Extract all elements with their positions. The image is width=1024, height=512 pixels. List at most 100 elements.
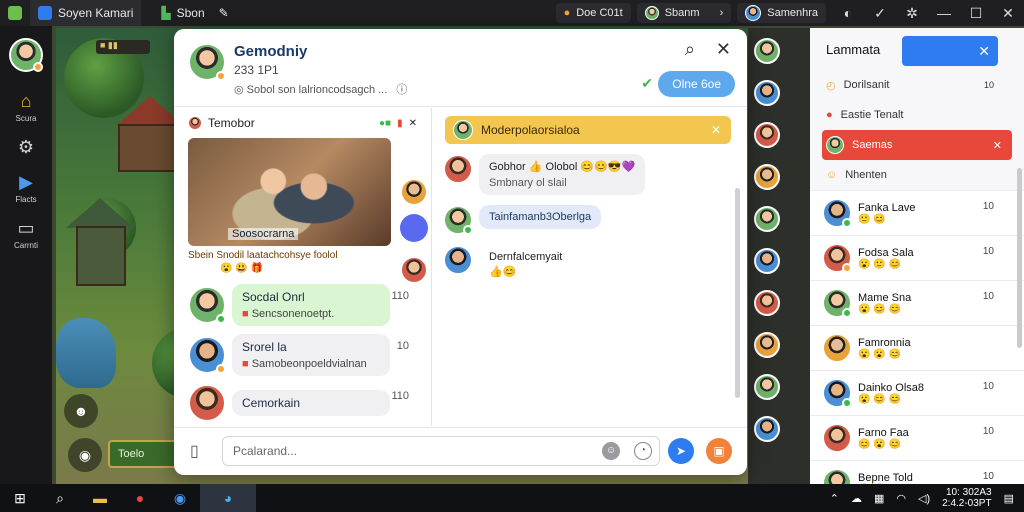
group-avatar[interactable] (188, 43, 226, 81)
avatar (188, 116, 202, 130)
filter-item[interactable]: ◴ Dorilsanit 10 (810, 70, 1024, 100)
emoji-icon[interactable]: ☺ (602, 442, 620, 460)
avatar[interactable] (754, 332, 780, 358)
contact-row[interactable]: Famronnia 😮 😮 😊 (810, 325, 1024, 370)
user-icon[interactable] (400, 214, 428, 242)
avatar[interactable] (754, 374, 780, 400)
avatar[interactable] (754, 206, 780, 232)
close-window-button[interactable]: ✕ (992, 5, 1024, 22)
shared-photo[interactable]: Soosocrarna (188, 138, 391, 246)
active-app-tab[interactable]: Soyen Kamari (30, 0, 142, 26)
gift-button[interactable]: ▣ (706, 438, 732, 464)
scrollbar[interactable] (1017, 168, 1022, 348)
status-pill[interactable]: ● Doe C01t (555, 3, 631, 23)
info-icon[interactable]: ⓘ (396, 84, 407, 96)
volume-icon[interactable]: ◁) (918, 492, 930, 505)
avatar[interactable] (754, 416, 780, 442)
avatar[interactable] (443, 245, 473, 275)
clock[interactable]: 10: 302A3 2:4.2-03PT (942, 487, 991, 509)
close-icon[interactable]: ✕ (711, 123, 721, 137)
contact-row[interactable]: Dainko Olsa8 😮 😊 😊 10 (810, 370, 1024, 415)
pin-icon[interactable]: ✎ (219, 6, 229, 20)
game-action-pill[interactable]: Toelo (108, 440, 178, 468)
contact-row[interactable]: Fodsa Sala 😮 🙂 😊 10 (810, 235, 1024, 280)
cloud-icon[interactable]: ☁ (851, 492, 862, 505)
filter-label: Dorilsanit (843, 79, 890, 91)
close-icon[interactable]: ✕ (993, 139, 1002, 152)
game-tab-icon: ▙ (161, 6, 171, 20)
message-sender: Gobhor 👍 Olobol 😊😊😎💜 (489, 161, 636, 173)
sidebar-item-carrnti[interactable]: ▭ Carrnti (0, 218, 52, 250)
app-tab[interactable] (0, 0, 30, 26)
game-mask-icon[interactable]: ☻ (64, 394, 98, 428)
notifications-icon[interactable]: ▤ (1004, 492, 1014, 505)
filter-item-active[interactable]: Saemas ✕ (822, 130, 1012, 160)
chevron-up-icon[interactable]: ⌃ (830, 492, 839, 505)
sidebar-item-flacts[interactable]: ▶ Flacts (0, 172, 52, 204)
filter-item[interactable]: ☺ Nhenten (810, 160, 1024, 190)
search-icon[interactable]: ⌕ (685, 39, 695, 60)
avatar[interactable] (400, 178, 428, 206)
keyboard-icon[interactable]: ▦ (874, 492, 884, 505)
message: Dernfalcemyait 👍😊 (443, 245, 747, 284)
app-icon[interactable]: ● (120, 484, 160, 512)
chat-header: Gemodniy 233 1P1 ◎ Sobol son lalrioncods… (174, 29, 747, 107)
scrollbar[interactable] (735, 188, 740, 398)
contact-name: Mame Sna (858, 291, 912, 304)
avatar[interactable] (754, 290, 780, 316)
folder-icon[interactable]: ▬ (80, 484, 120, 512)
conversation-list: Temobor ●■ ▮ ✕ Soosocrarna Sbein Snodil … (174, 108, 432, 426)
avatar (826, 136, 844, 154)
filter-label: Eastie Tenalt (840, 109, 904, 121)
account-icon[interactable]: ◐ (832, 5, 864, 21)
contact-row[interactable]: Fanka Lave 🙂 😊 10 (810, 190, 1024, 235)
screen-icon: ▭ (17, 218, 35, 238)
conversation-count: 110 (391, 290, 409, 302)
sidebar-item-home[interactable]: ⌂ Scura (0, 91, 52, 123)
avatar[interactable] (754, 248, 780, 274)
sticker-icon[interactable]: ◔ (634, 442, 652, 460)
settings-icon[interactable]: ✲ (896, 5, 928, 22)
profile-pill[interactable]: Samenhra (737, 3, 826, 23)
wifi-icon[interactable]: ◠ (896, 492, 906, 505)
sidebar-item-settings[interactable]: ⚙ (0, 137, 52, 158)
list-item[interactable]: Srorel la ■ Samobeonpoeldvialnan 10 (188, 334, 417, 376)
contact-row[interactable]: Mame Sna 😮 😊 😊 10 (810, 280, 1024, 325)
minimize-button[interactable]: — (928, 5, 960, 21)
start-button[interactable]: ⊞ (0, 484, 40, 512)
avatar[interactable] (754, 80, 780, 106)
avatar[interactable] (754, 38, 780, 64)
reaction-icons: 😊 😮 😊 (858, 438, 901, 450)
contact-row[interactable]: Farno Faa 😊 😮 😊 10 (810, 415, 1024, 460)
list-item[interactable]: Socdal Onrl ■ Sencsonenoetpt. 110 (188, 284, 417, 326)
contacts-action-button[interactable]: ✕ (902, 36, 998, 66)
user-pill[interactable]: Sbanm › (636, 3, 732, 23)
attach-icon[interactable]: ▯ (190, 441, 199, 461)
message: Gobhor 👍 Olobol 😊😊😎💜 Smbnary ol slail (443, 154, 747, 195)
filter-item[interactable]: ● Eastie Tenalt (810, 100, 1024, 130)
close-icon[interactable]: ✕ (716, 39, 731, 60)
contact-row[interactable]: Bepne Told😮 😊 10 (810, 460, 1024, 484)
message-input[interactable]: Pcalarand... (222, 436, 660, 466)
game-compass-icon[interactable]: ◉ (68, 438, 102, 472)
maximize-button[interactable]: ☐ (960, 5, 992, 22)
chat-app-taskbar-icon[interactable]: ◕ (200, 484, 256, 512)
avatar[interactable] (400, 256, 428, 284)
avatar[interactable] (443, 154, 473, 184)
search-icon[interactable]: ⌕ (40, 484, 80, 512)
avatar[interactable] (754, 122, 780, 148)
user-avatar[interactable] (9, 38, 43, 72)
avatar[interactable] (754, 164, 780, 190)
follow-button[interactable]: Olne 6oe (658, 71, 735, 97)
pinned-banner[interactable]: Moderpolaorsialoa ✕ (445, 116, 731, 144)
send-button[interactable]: ➤ (668, 438, 694, 464)
list-item[interactable]: Cemorkain 110 (188, 384, 417, 422)
tab-sbon[interactable]: ▙ Sbon ✎ (153, 0, 236, 26)
close-icon[interactable]: ✕ (409, 118, 417, 129)
section-title: Temobor (208, 116, 255, 130)
browser-icon[interactable]: ◉ (160, 484, 200, 512)
check-icon[interactable]: ✓ (864, 5, 896, 22)
avatar[interactable] (443, 205, 473, 235)
game-resource-bar: ■ ▮▮ (96, 40, 150, 54)
message-bubble: Gobhor 👍 Olobol 😊😊😎💜 Smbnary ol slail (479, 154, 646, 195)
